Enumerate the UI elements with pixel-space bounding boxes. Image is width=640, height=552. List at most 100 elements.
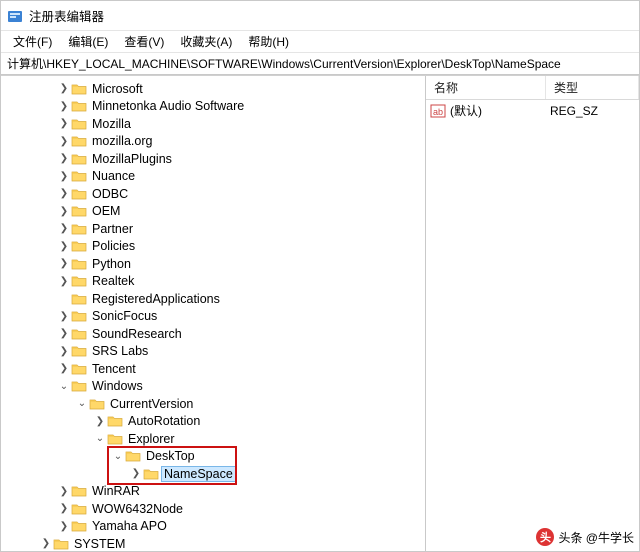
expand-icon[interactable]: ❯ <box>57 328 71 339</box>
folder-icon <box>71 222 87 236</box>
folder-icon <box>71 344 87 358</box>
expand-icon[interactable]: ❯ <box>57 101 71 112</box>
expand-icon[interactable]: ❯ <box>57 136 71 147</box>
expand-icon[interactable]: ❯ <box>57 486 71 497</box>
tree-node-explorer[interactable]: ⌄ Explorer <box>93 430 425 448</box>
tree-node-yamaha-apo[interactable]: ❯ Yamaha APO <box>57 518 425 536</box>
expand-icon[interactable]: ❯ <box>57 118 71 129</box>
collapse-icon[interactable]: ⌄ <box>75 398 89 409</box>
folder-icon <box>71 327 87 341</box>
tree-node-label: Yamaha APO <box>90 519 169 533</box>
expand-icon[interactable]: ❯ <box>57 153 71 164</box>
tree-node-oem[interactable]: ❯ OEM <box>57 203 425 221</box>
folder-icon <box>71 117 87 131</box>
addressbar[interactable]: 计算机\HKEY_LOCAL_MACHINE\SOFTWARE\Windows\… <box>1 53 639 75</box>
folder-icon <box>71 257 87 271</box>
col-header-type[interactable]: 类型 <box>546 76 639 99</box>
tree-node-label: SYSTEM <box>72 537 127 551</box>
tree-node-wow6432node[interactable]: ❯ WOW6432Node <box>57 500 425 518</box>
titlebar: 注册表编辑器 <box>1 1 639 31</box>
tree-node-namespace[interactable]: ❯ NameSpace <box>129 465 425 483</box>
tree-node-desktop[interactable]: ⌄ DeskTop <box>111 448 425 466</box>
expand-icon[interactable]: ❯ <box>57 171 71 182</box>
folder-icon <box>89 397 105 411</box>
tree-node-currentversion[interactable]: ⌄CurrentVersion <box>75 395 425 413</box>
expand-icon[interactable]: ❯ <box>57 188 71 199</box>
tree-node-mozilla-org[interactable]: ❯mozilla.org <box>57 133 425 151</box>
expand-icon[interactable]: ❯ <box>39 538 53 549</box>
tree-node-microsoft[interactable]: ❯ Microsoft <box>57 80 425 98</box>
tree-node-autorotation[interactable]: ❯ AutoRotation <box>93 413 425 431</box>
tree-pane[interactable]: ❯Microsoft❯Minnetonka Audio Software❯Moz… <box>1 76 426 551</box>
tree-node-label: OEM <box>90 204 122 218</box>
folder-icon <box>71 152 87 166</box>
folder-icon <box>107 414 123 428</box>
tree-node-tencent[interactable]: ❯Tencent <box>57 360 425 378</box>
folder-icon <box>125 449 141 463</box>
tree-node-label: NameSpace <box>162 467 235 481</box>
menu-file[interactable]: 文件(F) <box>7 31 58 52</box>
list-row[interactable]: ab(默认)REG_SZ <box>426 100 639 121</box>
watermark-text: 头条 @牛学长 <box>558 529 634 546</box>
expand-icon[interactable]: ❯ <box>93 416 107 427</box>
col-header-name[interactable]: 名称 <box>426 76 546 99</box>
tree-node-label: DeskTop <box>144 449 197 463</box>
tree-node-label: Mozilla <box>90 117 133 131</box>
expand-icon[interactable]: ❯ <box>57 521 71 532</box>
tree-node-mozillaplugins[interactable]: ❯MozillaPlugins <box>57 150 425 168</box>
tree-node-python[interactable]: ❯Python <box>57 255 425 273</box>
folder-icon <box>71 379 87 393</box>
tree-node-soundresearch[interactable]: ❯SoundResearch <box>57 325 425 343</box>
expand-icon[interactable]: ❯ <box>57 258 71 269</box>
tree-node-realtek[interactable]: ❯Realtek <box>57 273 425 291</box>
list-pane[interactable]: 名称 类型 ab(默认)REG_SZ <box>426 76 639 551</box>
tree-node-label: WOW6432Node <box>90 502 185 516</box>
folder-icon <box>71 187 87 201</box>
tree-node-winrar[interactable]: ❯WinRAR <box>57 483 425 501</box>
tree-node-label: Minnetonka Audio Software <box>90 99 246 113</box>
tree-node-mozilla[interactable]: ❯ Mozilla <box>57 115 425 133</box>
string-value-icon: ab <box>430 103 446 119</box>
collapse-icon[interactable]: ⌄ <box>93 433 107 444</box>
tree-node-odbc[interactable]: ❯ ODBC <box>57 185 425 203</box>
expand-icon[interactable]: ❯ <box>57 206 71 217</box>
expand-icon[interactable]: ❯ <box>57 346 71 357</box>
expand-icon[interactable]: ❯ <box>57 83 71 94</box>
tree-node-nuance[interactable]: ❯ Nuance <box>57 168 425 186</box>
tree-node-system[interactable]: ❯ SYSTEM <box>39 535 425 551</box>
watermark: 头 头条 @牛学长 <box>536 528 634 546</box>
expand-icon[interactable]: ❯ <box>57 363 71 374</box>
menu-favorites[interactable]: 收藏夹(A) <box>174 31 238 52</box>
tree-node-srs-labs[interactable]: ❯ SRS Labs <box>57 343 425 361</box>
menu-edit[interactable]: 编辑(E) <box>62 31 114 52</box>
expand-icon[interactable]: ❯ <box>57 276 71 287</box>
menu-help[interactable]: 帮助(H) <box>242 31 295 52</box>
collapse-icon[interactable]: ⌄ <box>111 451 125 462</box>
expand-icon[interactable]: ❯ <box>57 223 71 234</box>
tree-node-label: ODBC <box>90 187 130 201</box>
tree-node-label: SRS Labs <box>90 344 150 358</box>
menu-view[interactable]: 查看(V) <box>118 31 170 52</box>
expand-icon[interactable]: ❯ <box>57 311 71 322</box>
tree-node-label: Microsoft <box>90 82 145 96</box>
tree-node-sonicfocus[interactable]: ❯SonicFocus <box>57 308 425 326</box>
tree-node-partner[interactable]: ❯Partner <box>57 220 425 238</box>
expand-icon[interactable]: ❯ <box>129 468 143 479</box>
collapse-icon[interactable]: ⌄ <box>57 381 71 392</box>
tree-node-registeredapplications[interactable]: .RegisteredApplications <box>57 290 425 308</box>
tree-node-policies[interactable]: ❯Policies <box>57 238 425 256</box>
expand-icon[interactable]: ❯ <box>57 241 71 252</box>
folder-icon <box>71 309 87 323</box>
tree-node-label: Explorer <box>126 432 177 446</box>
folder-icon <box>71 82 87 96</box>
folder-icon <box>71 519 87 533</box>
tree-node-label: Nuance <box>90 169 137 183</box>
folder-icon <box>71 169 87 183</box>
expand-icon[interactable]: ❯ <box>57 503 71 514</box>
tree-node-minnetonka-audio-software[interactable]: ❯ Minnetonka Audio Software <box>57 98 425 116</box>
tree-node-label: Windows <box>90 379 145 393</box>
tree-node-label: AutoRotation <box>126 414 202 428</box>
menubar: 文件(F) 编辑(E) 查看(V) 收藏夹(A) 帮助(H) <box>1 31 639 53</box>
folder-icon <box>71 292 87 306</box>
tree-node-windows[interactable]: ⌄ Windows <box>57 378 425 396</box>
